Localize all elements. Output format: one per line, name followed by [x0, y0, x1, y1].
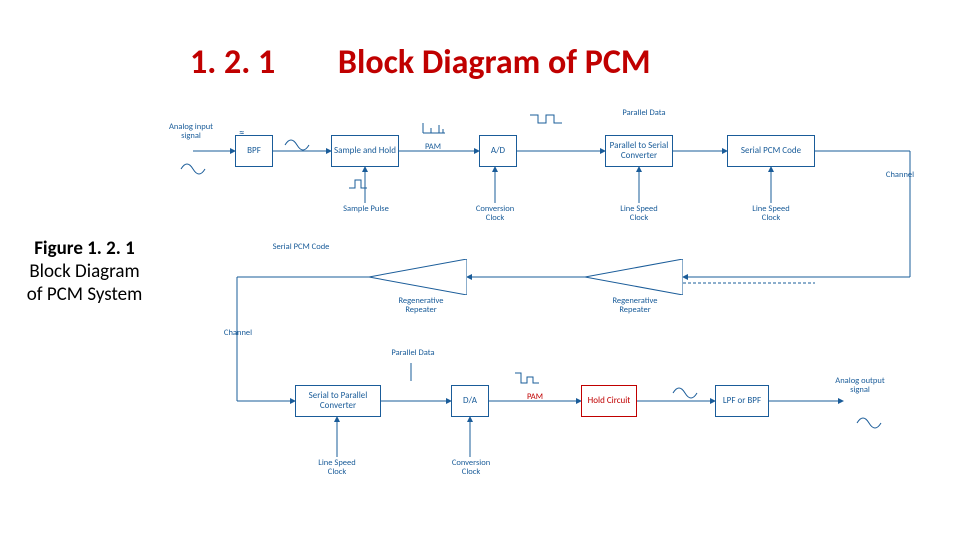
conversion-clock-label-tx: Conversion Clock	[467, 205, 523, 224]
connection-wires	[175, 105, 935, 490]
repeater2-label: Regenerative Repeater	[599, 297, 671, 316]
sample-pulse-label: Sample Pulse	[343, 205, 389, 214]
line-speed-clock-label-tx2: Line Speed Clock	[743, 205, 799, 224]
channel-label-ch: Channel	[213, 329, 263, 338]
p2s-text: Parallel to Serial Converter	[607, 141, 671, 161]
pam-label-rx: PAM	[517, 393, 553, 402]
bpf-text: BPF	[247, 146, 261, 156]
figure-caption: Figure 1. 2. 1 Block Diagram of PCM Syst…	[22, 238, 147, 306]
parallel-data-label-tx: Parallel Data	[619, 109, 669, 118]
sample-hold-text: Sample and Hold	[334, 146, 396, 156]
block-diagram: Analog input signal BPF ≈ Sample and Hol…	[175, 105, 935, 490]
line-speed-clock-label-rx: Line Speed Clock	[309, 459, 365, 478]
repeater1-outline	[369, 259, 467, 295]
pam-label-tx: PAM	[415, 143, 451, 152]
page-heading: 1. 2. 1 Block Diagram of PCM	[190, 42, 651, 83]
heading-title: Block Diagram of PCM	[338, 42, 651, 83]
repeater1-label: Regenerative Repeater	[385, 297, 457, 316]
p2s-block: Parallel to Serial Converter	[605, 135, 673, 167]
line-speed-clock-label-tx: Line Speed Clock	[611, 205, 667, 224]
serial-code-text-tx: Serial PCM Code	[741, 146, 801, 156]
lpf-text: LPF or BPF	[723, 396, 761, 406]
hold-text: Hold Circuit	[588, 396, 631, 406]
ad-block: A/D	[479, 135, 517, 167]
da-block: D/A	[451, 385, 489, 417]
parallel-data-label-rx: Parallel Data	[389, 349, 437, 358]
sample-hold-block: Sample and Hold	[331, 135, 399, 167]
serial-code-block-tx: Serial PCM Code	[727, 135, 815, 167]
bpf-block: BPF	[235, 135, 273, 167]
conversion-clock-label-rx: Conversion Clock	[443, 459, 499, 478]
da-text: D/A	[463, 396, 477, 406]
caption-text: Block Diagram of PCM System	[27, 260, 143, 306]
channel-label-tx: Channel	[875, 171, 925, 180]
bpf-wave-icon: ≈	[239, 127, 244, 139]
s2p-text: Serial to Parallel Converter	[297, 391, 379, 411]
s2p-block: Serial to Parallel Converter	[295, 385, 381, 417]
hold-block: Hold Circuit	[581, 385, 637, 417]
analog-output-label: Analog output signal	[835, 377, 885, 396]
caption-fignum: Figure 1. 2. 1	[34, 237, 135, 260]
serial-code-label-ch: Serial PCM Code	[271, 243, 331, 252]
repeater2-outline	[585, 259, 683, 295]
analog-input-label: Analog input signal	[169, 123, 213, 142]
lpf-block: LPF or BPF	[715, 385, 769, 417]
heading-number: 1. 2. 1	[190, 42, 275, 83]
ad-text: A/D	[491, 146, 505, 156]
